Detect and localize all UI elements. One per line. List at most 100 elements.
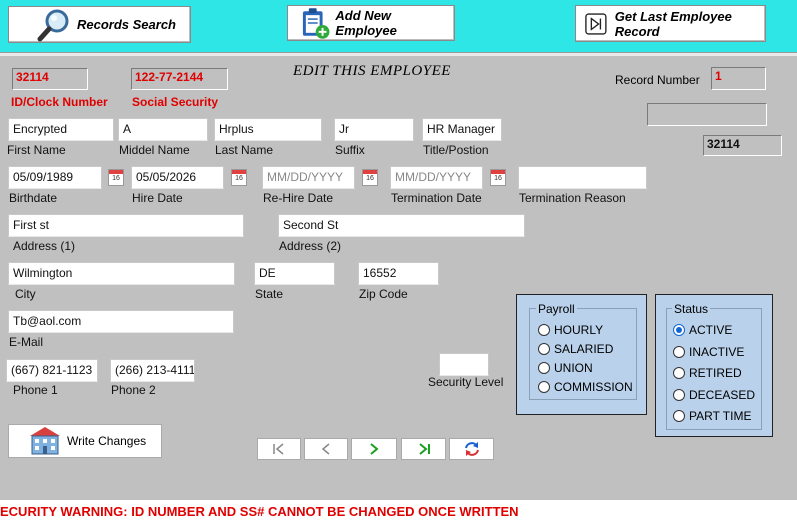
address2-input[interactable]: Second St (278, 214, 525, 237)
payroll-option-label: SALARIED (554, 342, 614, 356)
phone2-label: Phone 2 (111, 383, 156, 397)
add-new-employee-button[interactable]: Add New Employee (287, 5, 455, 41)
phone1-label: Phone 1 (13, 383, 58, 397)
email-label: E-Mail (9, 335, 44, 349)
write-changes-button[interactable]: Write Changes (8, 424, 162, 458)
radio-icon (673, 410, 685, 422)
magnifier-icon (37, 9, 69, 41)
title-label: Title/Postion (423, 143, 489, 157)
state-input[interactable]: DE (254, 262, 335, 285)
records-search-label: Records Search (77, 17, 176, 32)
middle-name-input[interactable]: A (118, 118, 208, 141)
first-record-icon (273, 443, 284, 455)
last-record-button[interactable] (401, 438, 446, 460)
skip-to-last-icon (585, 12, 607, 35)
status-option-label: PART TIME (689, 409, 752, 423)
last-record-icon (418, 443, 430, 455)
status-option-retired[interactable]: RETIRED (673, 366, 742, 380)
status-option-part-time[interactable]: PART TIME (673, 409, 751, 423)
payroll-option-label: HOURLY (554, 323, 604, 337)
city-input[interactable]: Wilmington (8, 262, 235, 285)
status-option-label: ACTIVE (689, 323, 733, 337)
phone2-input[interactable]: (266) 213-4111 (110, 359, 195, 382)
records-search-button[interactable]: Records Search (8, 6, 191, 43)
add-new-employee-label: Add New Employee (335, 8, 397, 38)
radio-icon (538, 362, 550, 374)
zip-input[interactable]: 16552 (358, 262, 439, 285)
next-record-button[interactable] (351, 438, 397, 460)
payroll-option-label: UNION (554, 361, 593, 375)
status-title: Status (672, 302, 711, 316)
rehire-date-input[interactable]: MM/DD/YYYY (262, 166, 355, 189)
id-echo-field: 32114 (703, 135, 782, 156)
hire-date-label: Hire Date (132, 191, 183, 205)
birthdate-input[interactable]: 05/09/1989 (8, 166, 102, 189)
payroll-option-union[interactable]: UNION (538, 361, 593, 375)
radio-icon (538, 381, 550, 393)
termination-date-calendar-icon[interactable]: 16 (490, 169, 506, 186)
last-name-input[interactable]: Hrplus (214, 118, 322, 141)
security-level-label: Security Level (428, 375, 504, 389)
middle-name-label: Middel Name (119, 143, 190, 157)
radio-selected-icon (673, 324, 685, 336)
rehire-date-calendar-icon[interactable]: 16 (362, 169, 378, 186)
phone1-input[interactable]: (667) 821-1123 (6, 359, 98, 382)
status-option-inactive[interactable]: INACTIVE (673, 345, 744, 359)
clipboard-add-icon (302, 8, 330, 39)
radio-icon (673, 389, 685, 401)
first-name-input[interactable]: Encrypted (8, 118, 114, 141)
radio-icon (538, 324, 550, 336)
next-record-icon (370, 443, 379, 455)
payroll-option-label: COMMISSION (554, 380, 633, 394)
ssn-label: Social Security (132, 95, 219, 109)
address1-input[interactable]: First st (8, 214, 244, 237)
previous-record-button[interactable] (304, 438, 348, 460)
payroll-option-commission[interactable]: COMMISSION (538, 380, 633, 394)
rehire-date-label: Re-Hire Date (263, 191, 334, 205)
form-title: EDIT THIS EMPLOYEE (293, 63, 451, 79)
security-warning: ECURITY WARNING: ID NUMBER AND SS# CANNO… (0, 500, 797, 527)
previous-record-icon (321, 443, 330, 455)
ssn-field[interactable]: 122-77-2144 (131, 68, 228, 90)
get-last-record-label: Get Last Employee Record (614, 8, 732, 39)
birthdate-label: Birthdate (9, 191, 58, 205)
suffix-input[interactable]: Jr (334, 118, 414, 141)
city-label: City (15, 287, 36, 301)
termination-reason-input[interactable] (518, 166, 647, 189)
payroll-title: Payroll (536, 302, 577, 316)
id-number-label: ID/Clock Number (11, 95, 108, 109)
record-number-field[interactable]: 1 (711, 67, 766, 90)
email-input[interactable]: Tb@aol.com (8, 310, 234, 333)
building-icon (30, 427, 60, 455)
refresh-button[interactable] (449, 438, 494, 460)
status-group: Status ACTIVE INACTIVE RETIRED DECEASED … (655, 294, 773, 437)
hire-date-calendar-icon[interactable]: 16 (231, 169, 247, 186)
refresh-icon (464, 442, 479, 456)
last-name-label: Last Name (215, 143, 274, 157)
first-record-button[interactable] (257, 438, 301, 460)
radio-icon (673, 367, 685, 379)
termination-date-input[interactable]: MM/DD/YYYY (390, 166, 483, 189)
title-input[interactable]: HR Manager (422, 118, 502, 141)
status-option-deceased[interactable]: DECEASED (673, 388, 755, 402)
suffix-label: Suffix (335, 143, 365, 157)
termination-reason-label: Termination Reason (519, 191, 626, 205)
payroll-group: Payroll HOURLY SALARIED UNION COMMISSION (516, 294, 647, 415)
top-toolbar: Records Search Add New Employee Get Last… (0, 0, 797, 53)
status-option-active[interactable]: ACTIVE (673, 323, 732, 337)
hire-date-input[interactable]: 05/05/2026 (131, 166, 224, 189)
get-last-record-button[interactable]: Get Last Employee Record (575, 5, 766, 42)
security-level-input[interactable] (439, 353, 489, 376)
id-number-field[interactable]: 32114 (12, 68, 88, 90)
birthdate-calendar-icon[interactable]: 16 (108, 169, 124, 186)
zip-label: Zip Code (359, 287, 408, 301)
address1-label: Address (1) (13, 239, 76, 253)
record-number-label: Record Number (615, 73, 700, 87)
write-changes-label: Write Changes (67, 434, 147, 448)
blank-readonly-field (647, 103, 767, 126)
address2-label: Address (2) (279, 239, 342, 253)
state-label: State (255, 287, 284, 301)
termination-date-label: Termination Date (391, 191, 482, 205)
payroll-option-salaried[interactable]: SALARIED (538, 342, 613, 356)
payroll-option-hourly[interactable]: HOURLY (538, 323, 603, 337)
